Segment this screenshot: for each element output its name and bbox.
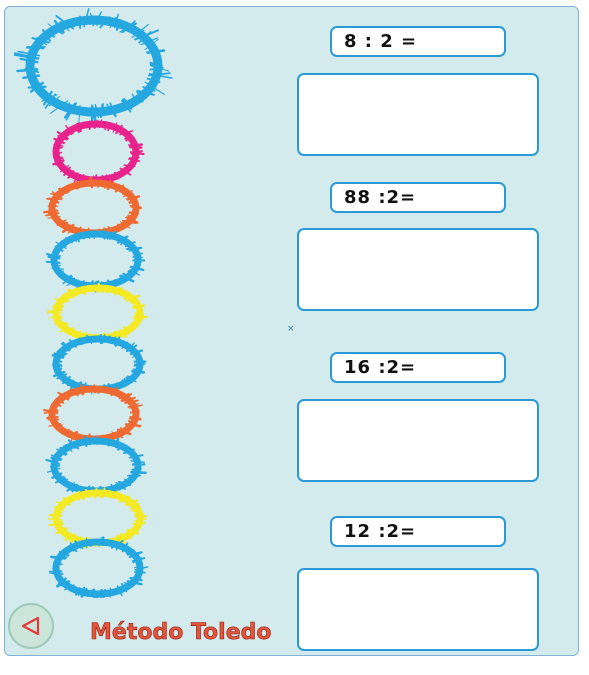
answer-box-4[interactable] — [297, 568, 539, 651]
operation-box-2: 88 :2= — [330, 182, 506, 213]
operation-box-3: 16 :2= — [330, 352, 506, 383]
answer-box-3[interactable] — [297, 399, 539, 482]
back-button[interactable] — [8, 603, 54, 649]
caterpillar-segment — [14, 8, 173, 124]
caterpillar-segment — [43, 176, 142, 238]
answer-box-1[interactable] — [297, 73, 539, 156]
operation-box-1: 8 : 2 = — [330, 26, 506, 57]
caterpillar-segment — [46, 282, 148, 343]
caterpillar-segment — [52, 119, 145, 185]
caterpillar-segment — [43, 383, 143, 444]
caterpillar-illustration — [14, 8, 173, 598]
caterpillar-segment — [45, 435, 147, 495]
answer-box-2[interactable] — [297, 228, 539, 311]
caterpillar-segment — [47, 487, 148, 549]
triangle-left-icon — [21, 616, 40, 636]
operation-box-4: 12 :2= — [330, 516, 506, 547]
caterpillar-segment — [51, 334, 147, 395]
cross-mark-icon: × — [287, 324, 295, 334]
brand-logo-text: Método Toledo — [90, 620, 272, 646]
caterpillar-segment — [45, 229, 146, 293]
